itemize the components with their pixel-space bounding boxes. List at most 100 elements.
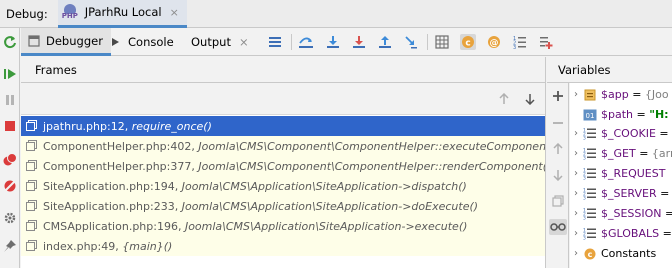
debug-session-tab[interactable]: PHP JParhRu Local × bbox=[57, 0, 187, 28]
frame-method: Joomla\CMS\Component\ComponentHelper::re… bbox=[198, 159, 545, 173]
variable-equals: = bbox=[635, 147, 652, 160]
variable-equals: = bbox=[628, 88, 645, 101]
pin-tab-icon[interactable] bbox=[2, 238, 18, 254]
stack-frame-icon bbox=[25, 219, 39, 233]
tab-debugger[interactable]: Debugger bbox=[21, 28, 111, 56]
close-output-icon[interactable]: × bbox=[239, 35, 249, 49]
pause-icon[interactable] bbox=[2, 92, 18, 108]
variable-row[interactable]: ›123$_GET = {arr bbox=[570, 144, 672, 163]
expand-chevron-icon[interactable]: › bbox=[570, 228, 582, 239]
frame-location: CMSApplication.php:196, bbox=[43, 219, 185, 233]
tab-output[interactable]: Output × bbox=[191, 28, 249, 56]
frame-row[interactable]: ComponentHelper.php:402, Joomla\CMS\Comp… bbox=[21, 136, 545, 156]
expand-chevron-icon[interactable]: › bbox=[570, 208, 582, 219]
mute-breakpoints-icon[interactable] bbox=[2, 178, 18, 194]
variable-name: $path bbox=[601, 108, 634, 121]
variable-row[interactable]: › 1 2 3 $_SESSION = bbox=[570, 204, 672, 223]
svg-text:3: 3 bbox=[583, 196, 586, 201]
variables-header: Variables bbox=[547, 57, 672, 83]
array-icon: 123 bbox=[582, 147, 598, 161]
tab-output-label: Output bbox=[191, 35, 231, 49]
show-watches-icon[interactable]: @ bbox=[486, 34, 502, 50]
move-watch-up-icon[interactable] bbox=[550, 141, 566, 157]
frame-row[interactable]: ComponentHelper.php:377, Joomla\CMS\Comp… bbox=[21, 156, 545, 176]
step-over-icon[interactable] bbox=[298, 34, 314, 50]
tab-console[interactable]: Console bbox=[109, 28, 174, 56]
constant-icon: c bbox=[582, 247, 598, 261]
remove-watch-minus-icon[interactable] bbox=[550, 115, 566, 131]
stack-frame-icon bbox=[25, 139, 39, 153]
frame-list: jpathru.php:12, require_once() ComponentH… bbox=[21, 116, 545, 256]
variable-equals: = bbox=[633, 108, 650, 121]
step-into-icon[interactable] bbox=[325, 34, 341, 50]
rerun-icon[interactable] bbox=[2, 34, 18, 50]
variables-side-toolbar bbox=[547, 83, 569, 268]
stack-frame-icon bbox=[25, 199, 39, 213]
show-constants-icon[interactable]: c bbox=[460, 34, 476, 50]
settings-gear-icon[interactable] bbox=[2, 210, 18, 226]
frame-row[interactable]: SiteApplication.php:233, Joomla\CMS\Appl… bbox=[21, 196, 545, 216]
new-watch-plus-icon[interactable] bbox=[550, 88, 566, 104]
frame-row[interactable]: CMSApplication.php:196, Joomla\CMS\Appli… bbox=[21, 216, 545, 236]
frame-location: index.php:49, bbox=[43, 239, 123, 253]
frames-title: Frames bbox=[35, 62, 77, 77]
variable-row[interactable]: › c Constants bbox=[570, 244, 672, 263]
expand-chevron-icon[interactable]: › bbox=[570, 168, 582, 179]
step-out-icon[interactable] bbox=[377, 34, 393, 50]
show-execution-point-icon[interactable] bbox=[267, 34, 283, 50]
move-watch-down-icon[interactable] bbox=[550, 167, 566, 183]
force-step-into-icon[interactable] bbox=[351, 34, 367, 50]
expand-chevron-icon[interactable]: › bbox=[570, 248, 582, 259]
session-name: JParhRu Local bbox=[84, 5, 162, 19]
variables-panel: › $app = {Joo 01 $path = "H: › 1 2 3 $_COOKIE = … bbox=[570, 83, 672, 268]
run-to-cursor-icon[interactable] bbox=[403, 34, 419, 50]
inline-watches-glasses-icon[interactable] bbox=[549, 219, 567, 235]
frame-method: require_once() bbox=[131, 119, 212, 133]
variable-row[interactable]: › 1 2 3 $GLOBALS = bbox=[570, 224, 672, 243]
array-icon: 123 bbox=[582, 167, 598, 181]
svg-text:c: c bbox=[588, 250, 593, 259]
previous-frame-arrow-up-icon[interactable] bbox=[496, 91, 512, 107]
frame-row[interactable]: SiteApplication.php:194, Joomla\CMS\Appl… bbox=[21, 176, 545, 196]
expand-chevron-icon[interactable]: › bbox=[570, 128, 582, 139]
add-watch-icon[interactable] bbox=[538, 34, 554, 50]
svg-text:3: 3 bbox=[583, 156, 586, 161]
variable-row[interactable]: › 1 2 3 $_COOKIE = bbox=[570, 124, 672, 143]
variable-row[interactable]: 01 $path = "H: bbox=[570, 105, 672, 124]
variable-value: "H: bbox=[649, 108, 669, 121]
variable-row[interactable]: › $app = {Joo bbox=[570, 85, 672, 104]
frames-panel: Frames jpathru.php:12, require_once() Com… bbox=[21, 57, 546, 268]
svg-text:01: 01 bbox=[586, 112, 595, 120]
frame-location: ComponentHelper.php:402, bbox=[43, 139, 199, 153]
svg-text:@: @ bbox=[490, 39, 499, 49]
evaluate-expression-icon[interactable] bbox=[434, 34, 450, 50]
stop-icon[interactable] bbox=[2, 118, 18, 134]
variable-equals: = bbox=[656, 187, 672, 200]
next-frame-arrow-down-icon[interactable] bbox=[522, 91, 538, 107]
expand-chevron-icon[interactable]: › bbox=[570, 148, 582, 159]
frame-method: Joomla\CMS\Component\ComponentHelper::ex… bbox=[198, 139, 545, 153]
close-session-icon[interactable]: × bbox=[170, 6, 179, 19]
frame-method: Joomla\CMS\Application\SiteApplication->… bbox=[184, 219, 468, 233]
expand-chevron-icon[interactable]: › bbox=[570, 188, 582, 199]
frame-location: jpathru.php:12, bbox=[43, 119, 132, 133]
frames-list-icon[interactable]: 123 bbox=[512, 34, 528, 50]
string-icon: 01 bbox=[582, 108, 598, 122]
variable-name: $GLOBALS bbox=[601, 227, 660, 240]
frame-location: SiteApplication.php:194, bbox=[43, 179, 182, 193]
resume-icon[interactable] bbox=[2, 66, 18, 82]
stack-frame-icon bbox=[25, 119, 39, 133]
variable-equals: = bbox=[662, 227, 672, 240]
view-breakpoints-icon[interactable] bbox=[2, 152, 18, 168]
variable-row[interactable]: › 1 2 3 $_SERVER = bbox=[570, 184, 672, 203]
frame-row[interactable]: jpathru.php:12, require_once() bbox=[21, 116, 545, 136]
copy-watch-icon[interactable] bbox=[550, 193, 566, 209]
frame-method: {main}() bbox=[122, 239, 173, 253]
variables-title: Variables bbox=[558, 62, 611, 77]
frame-row[interactable]: index.php:49, {main}() bbox=[21, 236, 545, 256]
expand-chevron-icon[interactable]: › bbox=[570, 89, 582, 100]
variable-row[interactable]: › 1 2 3 $_REQUEST bbox=[570, 164, 672, 183]
variable-name: Constants bbox=[601, 247, 657, 260]
variable-name: $_COOKIE bbox=[601, 127, 656, 140]
stack-frame-icon bbox=[25, 179, 39, 193]
